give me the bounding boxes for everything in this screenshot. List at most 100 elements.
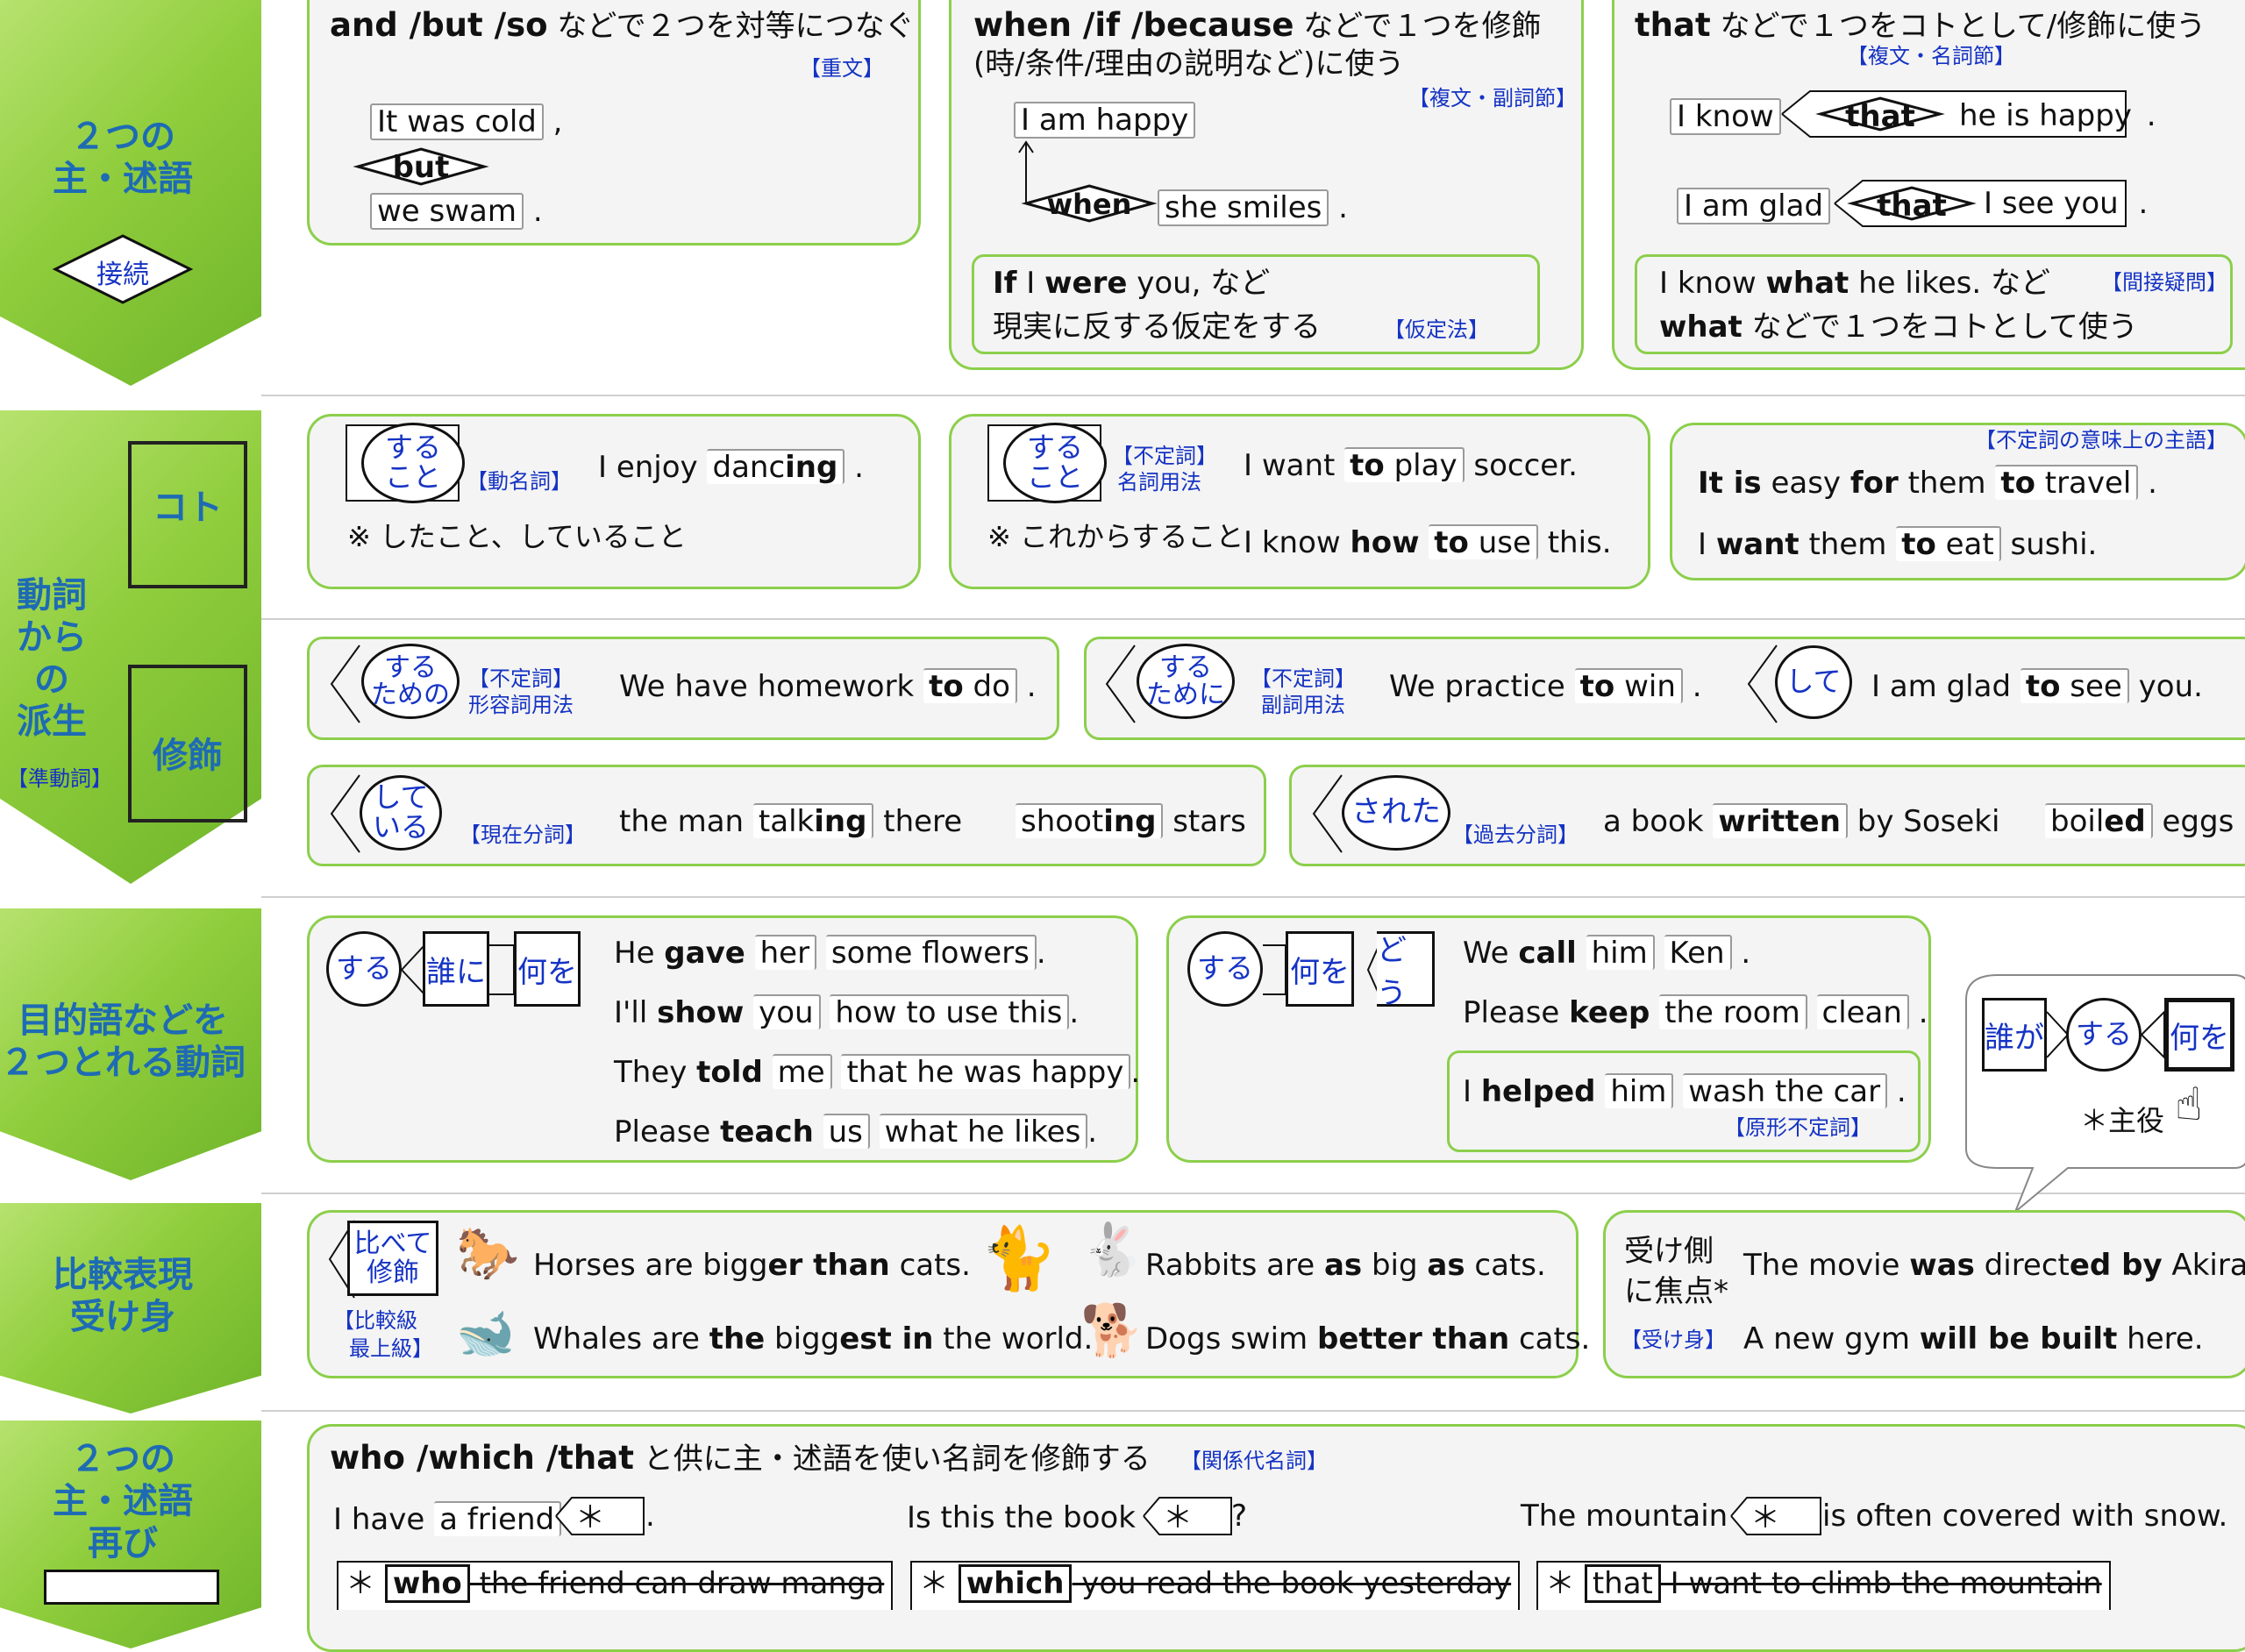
- conj-but: but: [392, 150, 450, 185]
- comparison-line-2: Whales are the biggest in the world.: [533, 1321, 1094, 1356]
- past-participle-s1: a book written by Soseki: [1603, 803, 2000, 839]
- adverb-tag: 【複文・副詞節】: [1408, 86, 1577, 110]
- noun-clause-heading: that などで１つをコトとして/修飾に使う: [1635, 6, 2206, 44]
- passive-line-1: The movie was directed by Akira.: [1743, 1248, 2245, 1283]
- infinitive-adv-tag-2: 副詞用法: [1261, 693, 1345, 717]
- svoc-line-2: Please keep the room clean .: [1463, 994, 1928, 1030]
- adverb-main: I am happy: [1014, 102, 1196, 139]
- bare-infinitive-line: I helped him wash the car .: [1463, 1073, 1906, 1109]
- infinitive-adv-sentence: We practice to win .: [1389, 668, 1702, 704]
- infinitive-adv-circle: する ために: [1137, 644, 1235, 719]
- relative-a-end: .: [645, 1499, 655, 1534]
- cat-icon: 🐈: [980, 1222, 1058, 1294]
- subject-link-2: [2141, 1009, 2165, 1060]
- infinitive-adj-bracket: [330, 644, 360, 723]
- comparison-line-4: Dogs swim better than cats.: [1145, 1321, 1591, 1356]
- compound-line-1: It was cold ,: [370, 103, 562, 140]
- separator-3: [261, 896, 2245, 898]
- conj-when: when: [1046, 188, 1132, 221]
- svoo-circle: する: [326, 931, 402, 1007]
- compound-tag: 【重文】: [800, 56, 884, 81]
- relative-b-main: Is this the book: [907, 1500, 1136, 1535]
- that-2: that: [1877, 189, 1947, 224]
- infinitive-adj-circle: する ための: [361, 644, 460, 719]
- indirect-question-line-2: what などで１つをコトとして使う: [1659, 310, 2138, 345]
- infinitive-noun-circle: する こと: [1003, 423, 1107, 503]
- svoo-line-2: I'll show you how to use this.: [614, 994, 1080, 1030]
- bare-infinitive-tag: 【原形不定詞】: [1724, 1115, 1871, 1140]
- passive-tag: 【受け身】: [1621, 1328, 1726, 1352]
- separator-2: [261, 618, 2245, 620]
- relative-b-clause: ＊ which you read the book yesterday: [910, 1561, 1521, 1610]
- side-band-5-box: [44, 1570, 219, 1605]
- infinitive-adv-bracket: [1105, 644, 1136, 723]
- svoo-link-2: [489, 944, 515, 995]
- infinitive-adj-tag-2: 形容詞用法: [468, 693, 574, 717]
- past-participle-s2: boiled eggs: [2045, 803, 2234, 838]
- gerund-note: ※ したこと、していること: [347, 520, 687, 553]
- present-participle-circle: して いる: [360, 775, 442, 851]
- relative-a-main: I have a friend: [333, 1501, 562, 1536]
- past-participle-bracket: [1312, 774, 1343, 853]
- svoo-line-4: Please teach us what he likes.: [614, 1114, 1098, 1150]
- relative-c-clause: ＊ that I want to climb the mountain: [1536, 1561, 2111, 1610]
- relative-pronoun-tag: 【関係代名詞】: [1180, 1449, 1328, 1473]
- subject-square: 誰が: [1982, 998, 2047, 1072]
- svoc-square-2: どう: [1377, 931, 1435, 1011]
- comparison-tag-1: 【比較級: [333, 1308, 417, 1333]
- rabbit-icon: 🐇: [1080, 1220, 1144, 1279]
- past-participle-tag: 【過去分詞】: [1452, 822, 1579, 847]
- comparison-square: 比べて 修飾: [347, 1221, 438, 1296]
- subject-circle: する: [2066, 998, 2142, 1072]
- dog-icon: 🐕: [1080, 1300, 1144, 1360]
- adverb-heading-2: (時/条件/理由の説明など)に使う: [973, 46, 1405, 82]
- infinitive-noun-s2: I know how to use this.: [1244, 524, 1612, 560]
- infinitive-adj-tag-1: 【不定詞】: [468, 666, 574, 691]
- koto-label: コト: [153, 488, 223, 528]
- side-band-3-title: 目的語などを ２つとれる動詞: [0, 1000, 246, 1083]
- infinitive-subject-l2: I want them to eat sushi.: [1698, 526, 2098, 562]
- pointing-hand-icon: ☝: [2175, 1079, 2203, 1131]
- noun-clause-l2b: I see you .: [1984, 186, 2149, 221]
- infinitive-adv-tag-1: 【不定詞】: [1251, 666, 1356, 691]
- subjunctive-line-1: If I were you, など: [993, 266, 1271, 301]
- svoo-line-3: They told me that he was happy.: [614, 1054, 1141, 1090]
- adverb-sub: she smiles .: [1158, 189, 1348, 226]
- shushoku-label: 修飾: [153, 736, 223, 776]
- relative-b-end: ?: [1231, 1499, 1248, 1534]
- noun-clause-tag: 【複文・名詞節】: [1847, 44, 2015, 68]
- past-participle-circle: された: [1342, 775, 1450, 851]
- svoc-circle: する: [1187, 931, 1263, 1007]
- side-band-2-title: 動詞 からの 派生: [17, 575, 87, 742]
- svoo-line-1: He gave her some flowers.: [614, 935, 1046, 971]
- relative-pronoun-heading: who /which /that と供に主・述語を使い名詞を修飾する: [330, 1439, 1151, 1477]
- relative-c-main: The mountain: [1521, 1499, 1728, 1534]
- infinitive-reason-circle: して: [1775, 645, 1852, 719]
- that-1: that: [1845, 99, 1915, 134]
- present-participle-s1: the man talking there: [619, 803, 963, 839]
- gerund-sentence: I enjoy dancing .: [598, 449, 864, 485]
- separator-4: [261, 1193, 2245, 1194]
- indirect-question-tag: 【間接疑問】: [2101, 270, 2227, 295]
- svoc-square-1: 何を: [1286, 931, 1354, 1007]
- object-square: 何を: [2164, 998, 2234, 1072]
- relative-c-end: is often covered with snow.: [1822, 1499, 2228, 1534]
- noun-clause-l2a: I am glad: [1677, 188, 1831, 224]
- infinitive-noun-tag-1: 【不定詞】: [1112, 444, 1217, 468]
- present-participle-s2: shooting stars: [1016, 803, 1246, 838]
- subjunctive-tag: 【仮定法】: [1384, 317, 1489, 342]
- comparison-line-1: Horses are bigger than cats.: [533, 1248, 971, 1283]
- infinitive-noun-tag-2: 名詞用法: [1117, 470, 1201, 495]
- noun-clause-l1b: he is happy .: [1959, 98, 2156, 133]
- noun-clause-l1a: I know: [1670, 98, 1781, 135]
- relative-a-clause: ＊ who the friend can draw manga: [337, 1561, 894, 1610]
- infinitive-noun-note: ※ これからすること: [987, 520, 1244, 553]
- relative-a-slot-label: ＊: [575, 1500, 605, 1535]
- gerund-tag: 【動名詞】: [467, 469, 572, 494]
- indirect-question-line-1: I know what he likes. など: [1659, 266, 2051, 301]
- svoc-link: [1263, 944, 1286, 995]
- infinitive-adj-sentence: We have homework to do .: [619, 668, 1037, 704]
- gerund-circle: する こと: [361, 423, 465, 503]
- comparison-line-3: Rabbits are as big as cats.: [1145, 1248, 1546, 1283]
- svoo-square-2: 何を: [514, 931, 581, 1007]
